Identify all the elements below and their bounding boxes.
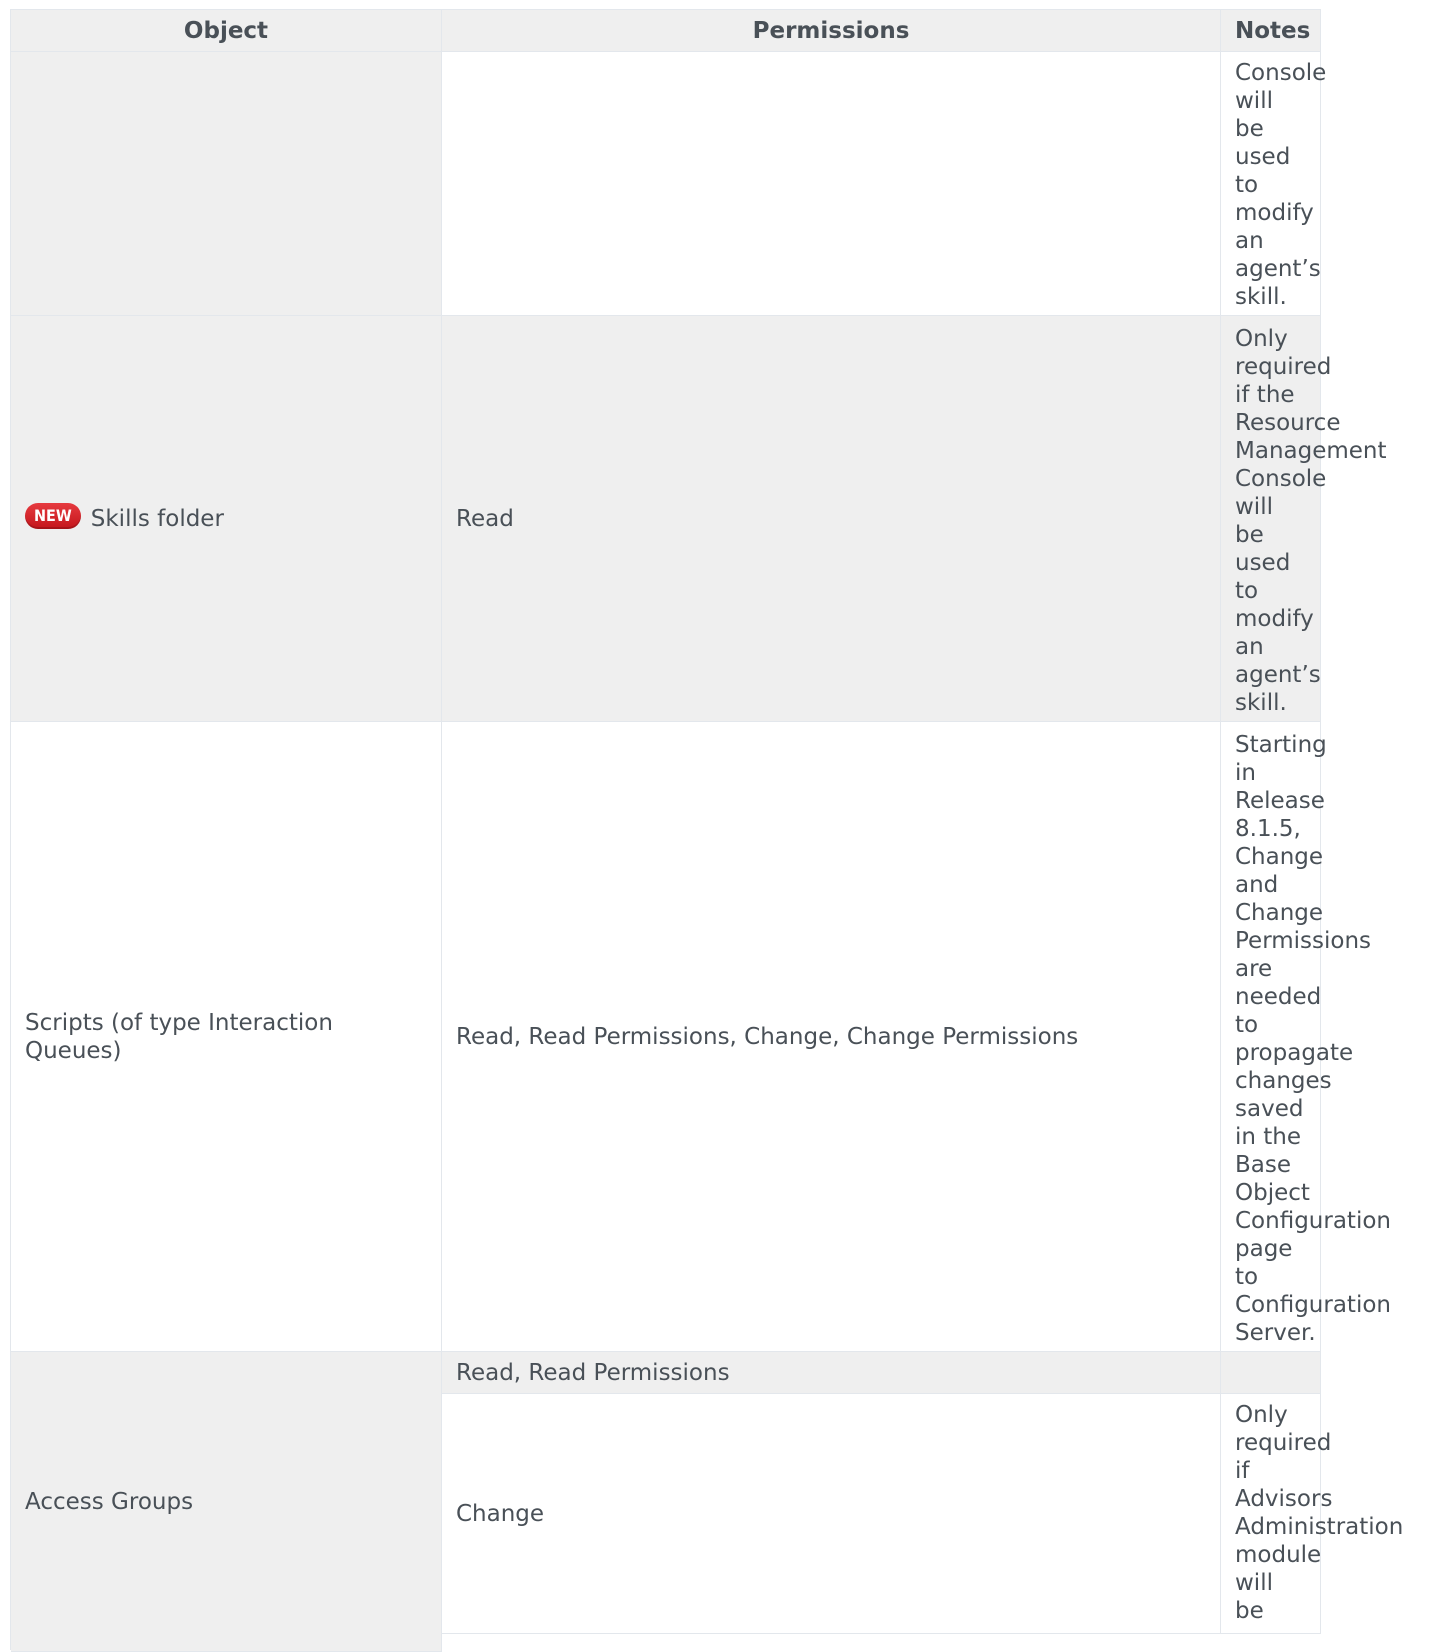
note-word: Console — [1235, 60, 1327, 86]
note-word: Starting — [1235, 732, 1327, 758]
note-word: Configuration — [1235, 1208, 1391, 1234]
note-word: Change — [1235, 844, 1324, 870]
header-notes: Notes — [1221, 10, 1321, 52]
permissions-label: Read — [456, 505, 514, 532]
note-word: Object — [1235, 1180, 1310, 1206]
row-1-notes: Only required if the Resource Management… — [1221, 316, 1387, 722]
note-word: needed — [1235, 984, 1322, 1010]
note-word: Release — [1235, 788, 1325, 814]
note-word: agent’s — [1235, 662, 1321, 688]
note-word: and — [1235, 872, 1279, 898]
header-object: Object — [11, 10, 442, 52]
note-word: Base — [1235, 1152, 1292, 1178]
note-word: used — [1235, 144, 1291, 170]
note-word: skill. — [1235, 284, 1287, 310]
row-1-permissions: Read — [442, 316, 1221, 722]
row-3a-permissions: Read, Read Permissions — [442, 1352, 1221, 1394]
row-2-object: Scripts (of type Interaction Queues) — [11, 722, 442, 1352]
permissions-label: Change — [456, 1500, 545, 1527]
row-2-permissions: Read, Read Permissions, Change, Change P… — [442, 722, 1221, 1352]
note-word: will — [1235, 1570, 1273, 1596]
row-0-notes: Console will be used to modify an agent’… — [1221, 52, 1327, 316]
permissions-table: Object Permissions Notes Console will be… — [10, 9, 1404, 1652]
object-label: Scripts (of type Interaction Queues) — [25, 1009, 333, 1064]
row-0-object — [11, 52, 442, 316]
new-badge: NEW — [25, 502, 81, 529]
object-label: Access Groups — [25, 1488, 194, 1515]
row-3b-notes: Only required if Advisors Administration… — [1221, 1394, 1404, 1634]
note-word: used — [1235, 550, 1291, 576]
note-word: Only — [1235, 326, 1288, 352]
note-word: 8.1.5, — [1235, 816, 1301, 842]
note-word: changes — [1235, 1068, 1332, 1094]
note-word: Server. — [1235, 1320, 1316, 1346]
note-word: are — [1235, 956, 1273, 982]
note-word: agent’s — [1235, 256, 1321, 282]
note-word: be — [1235, 522, 1264, 548]
note-word: modify — [1235, 606, 1314, 632]
note-word: to — [1235, 1264, 1259, 1290]
note-word: will — [1235, 494, 1273, 520]
permissions-label: Read, Read Permissions — [456, 1359, 730, 1386]
note-word: Resource — [1235, 410, 1341, 436]
note-word: if the — [1235, 382, 1295, 408]
note-word: to — [1235, 172, 1259, 198]
note-word: will — [1235, 88, 1273, 114]
note-word: Permissions — [1235, 928, 1372, 954]
header-permissions: Permissions — [442, 10, 1221, 52]
note-word: if — [1235, 1458, 1250, 1484]
note-word: an — [1235, 634, 1264, 660]
permissions-label: Read, Read Permissions, Change, Change P… — [456, 1023, 1079, 1050]
note-word: an — [1235, 228, 1264, 254]
note-word: Configuration — [1235, 1292, 1391, 1318]
note-word: in — [1235, 760, 1256, 786]
row-1-object: NEW Skills folder — [11, 316, 442, 722]
note-word: Change — [1235, 900, 1324, 926]
row-3b-permissions: Change — [442, 1394, 1221, 1634]
note-word: saved — [1235, 1096, 1304, 1122]
row-3a-notes — [1221, 1352, 1321, 1394]
note-word: be — [1235, 1598, 1264, 1624]
note-word: modify — [1235, 200, 1314, 226]
note-word: page — [1235, 1236, 1293, 1262]
note-word: module — [1235, 1542, 1322, 1568]
note-word: required — [1235, 354, 1332, 380]
row-0-permissions — [442, 52, 1221, 316]
note-word: Administration — [1235, 1514, 1404, 1540]
note-word: required — [1235, 1430, 1332, 1456]
note-word: be — [1235, 116, 1264, 142]
object-label: Skills folder — [90, 505, 224, 532]
note-word: to — [1235, 578, 1259, 604]
note-word: Advisors — [1235, 1486, 1333, 1512]
note-word: to — [1235, 1012, 1259, 1038]
note-word: Only — [1235, 1402, 1288, 1428]
note-word: propagate — [1235, 1040, 1354, 1066]
note-word: skill. — [1235, 690, 1287, 716]
note-word: Console — [1235, 466, 1327, 492]
note-word: in the — [1235, 1124, 1302, 1150]
note-word: Management — [1235, 438, 1387, 464]
row-3-object: Access Groups — [11, 1352, 442, 1652]
row-2-notes: Starting in Release 8.1.5, Change and Ch… — [1221, 722, 1391, 1352]
